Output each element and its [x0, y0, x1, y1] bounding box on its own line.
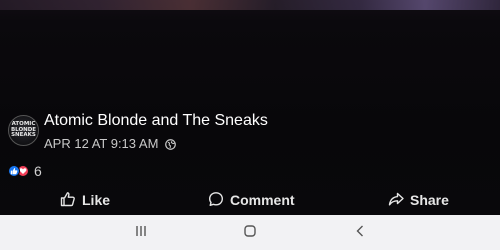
reaction-count: 6 — [34, 163, 42, 179]
share-button[interactable]: Share — [388, 186, 449, 214]
post-action-bar: Like Comment Share — [0, 186, 500, 214]
video-frame-strip — [0, 0, 500, 10]
back-button[interactable] — [350, 224, 370, 242]
recent-apps-button[interactable] — [131, 224, 151, 242]
reactions-summary[interactable]: 6 — [8, 163, 42, 179]
video-player[interactable] — [0, 0, 500, 215]
comment-bubble-icon — [208, 191, 224, 210]
thumbs-up-icon — [60, 191, 76, 210]
post-meta: APR 12 AT 9:13 AM — [44, 136, 177, 151]
post-header: ATOMIC BLONDE SNEAKS Atomic Blonde and T… — [8, 112, 488, 152]
like-reaction-icon — [8, 165, 20, 177]
comment-label: Comment — [230, 192, 295, 208]
globe-icon — [165, 138, 177, 150]
share-arrow-icon — [388, 191, 404, 210]
page-name[interactable]: Atomic Blonde and The Sneaks — [44, 112, 268, 130]
system-navigation-bar — [0, 215, 500, 250]
share-label: Share — [410, 192, 449, 208]
home-button[interactable] — [240, 224, 260, 242]
like-label: Like — [82, 192, 111, 208]
post-timestamp[interactable]: APR 12 AT 9:13 AM — [44, 136, 158, 151]
page-avatar[interactable]: ATOMIC BLONDE SNEAKS — [8, 115, 39, 146]
home-icon — [243, 224, 257, 243]
like-button[interactable]: Like — [60, 186, 110, 214]
back-icon — [353, 224, 367, 243]
recent-apps-icon — [134, 224, 148, 243]
comment-button[interactable]: Comment — [208, 186, 295, 214]
avatar-text-line: SNEAKS — [11, 132, 36, 139]
